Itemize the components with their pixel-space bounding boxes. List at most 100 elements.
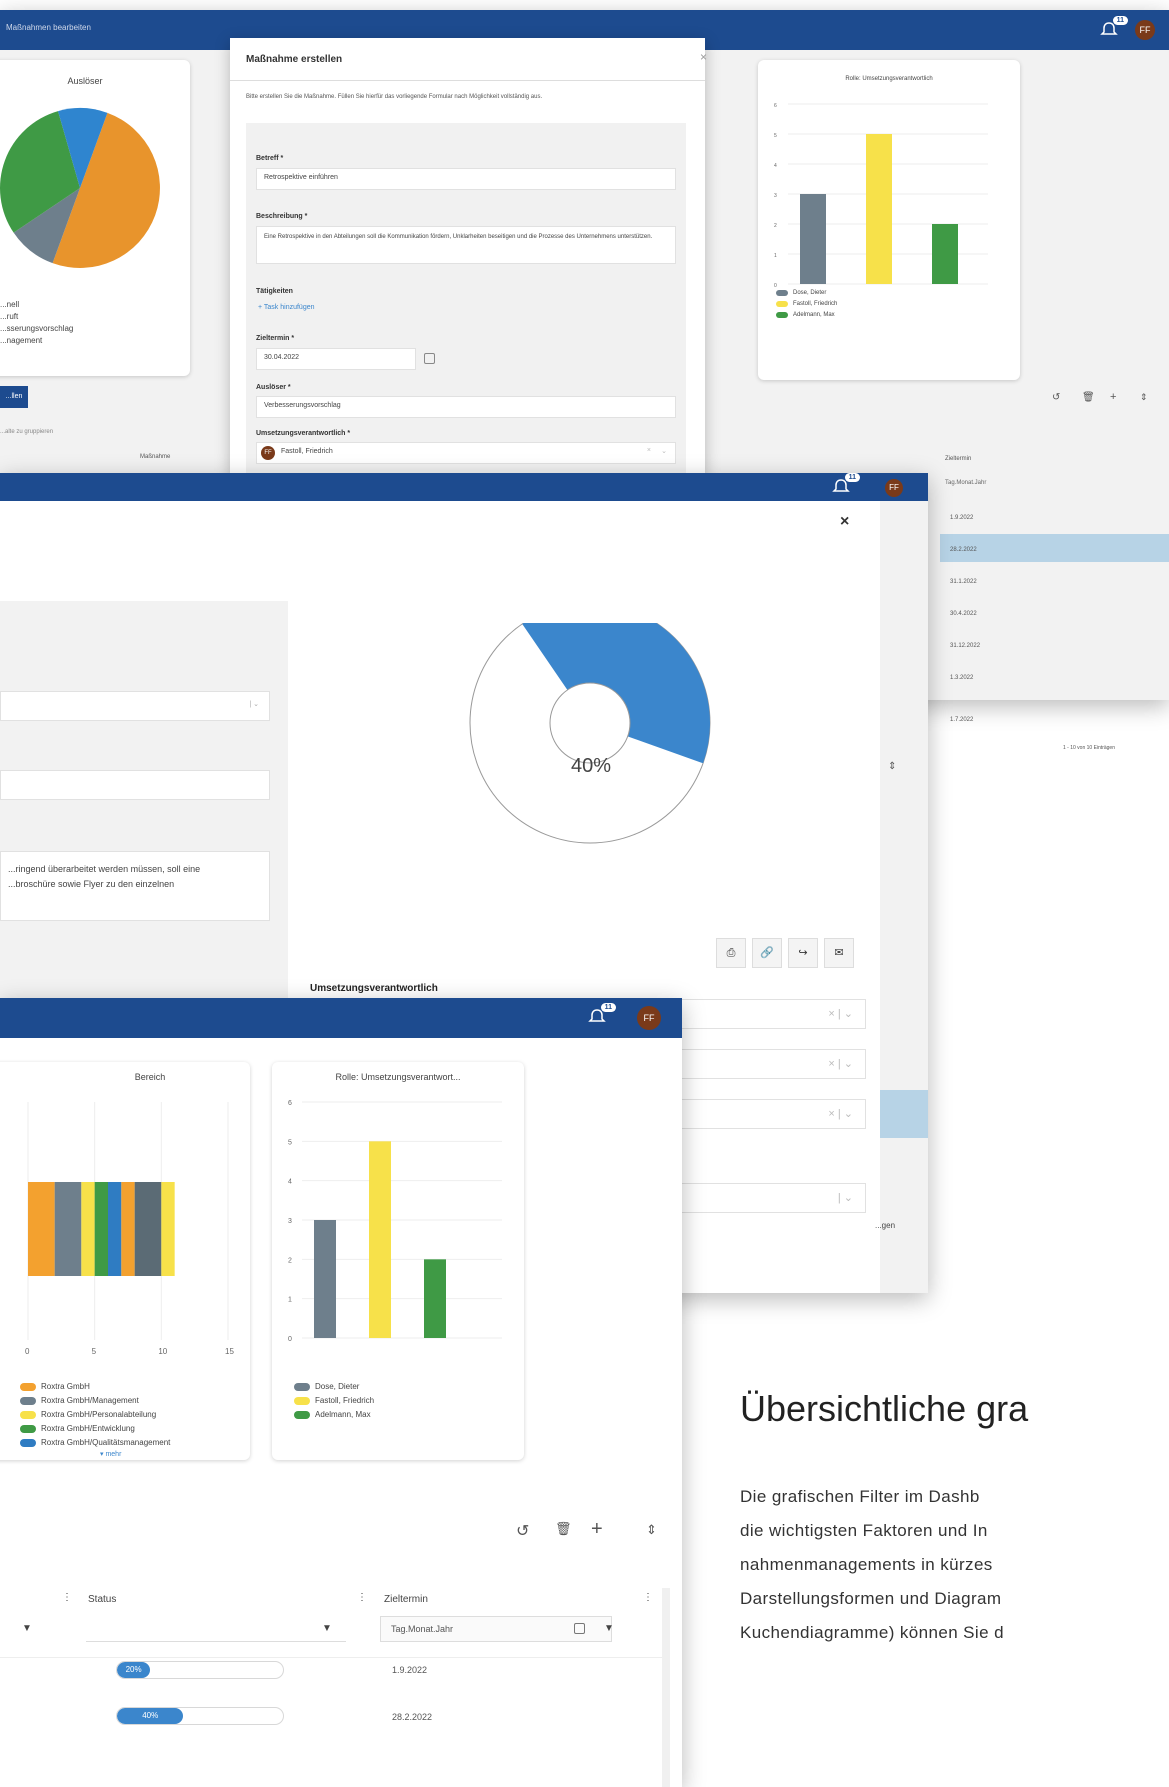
scrollbar[interactable]: [662, 1588, 670, 1787]
ausloeser-label: Auslöser *: [256, 384, 291, 391]
legend-item: ...nagement: [0, 336, 43, 345]
undo-icon[interactable]: ↺: [1052, 392, 1060, 403]
y-tick-label: 3: [774, 193, 777, 199]
bar-segment: [94, 1182, 108, 1276]
chart-title: Rolle: Umsetzungsverantwort...: [335, 1072, 461, 1082]
plus-icon[interactable]: +: [591, 1518, 603, 1541]
filter-icon[interactable]: ▼: [604, 1623, 614, 1634]
filter-icon[interactable]: ▼: [322, 1623, 332, 1634]
create-button[interactable]: ...llen: [0, 386, 28, 408]
legend-swatch: [20, 1410, 36, 1419]
legend-label: Dose, Dieter: [315, 1382, 360, 1391]
paragraph-line: Die grafischen Filter im Dashb: [740, 1487, 980, 1506]
mail-icon[interactable]: ✉: [824, 938, 854, 968]
progress-fill: 20%: [117, 1662, 151, 1678]
select-field[interactable]: × | ⌄: [680, 1049, 866, 1079]
calendar-icon[interactable]: [574, 1623, 585, 1634]
umsetzung-value: Fastoll, Friedrich: [281, 448, 333, 455]
link-icon[interactable]: 🔗: [752, 938, 782, 968]
bar-segment: [54, 1182, 82, 1276]
legend-item: Adelmann, Max: [776, 312, 835, 318]
betreff-input[interactable]: Retrospektive einführen: [256, 168, 676, 190]
share-icon[interactable]: ↪: [788, 938, 818, 968]
legend-swatch: [294, 1382, 310, 1391]
legend-swatch: [20, 1382, 36, 1391]
print-icon[interactable]: ⎙: [716, 938, 746, 968]
column-header-status[interactable]: Status: [88, 1594, 116, 1605]
trash-icon[interactable]: 🗑: [1082, 392, 1095, 403]
column-header-massnahme[interactable]: Maßnahme: [140, 454, 170, 460]
description-line: ...ringend überarbeitet werden müssen, s…: [8, 864, 201, 874]
notification-count: 11: [844, 473, 860, 482]
gauge-hole: [549, 682, 631, 764]
avatar[interactable]: FF: [885, 479, 903, 497]
clear-icon[interactable]: × | ⌄: [828, 1107, 853, 1120]
legend-swatch: [294, 1396, 310, 1405]
more-link[interactable]: ▾ mehr: [100, 1450, 121, 1458]
description-field[interactable]: ...ringend überarbeitet werden müssen, s…: [0, 851, 270, 921]
column-header-zieltermin[interactable]: Zieltermin: [384, 1594, 428, 1605]
select-field[interactable]: | ⌄: [680, 1183, 866, 1213]
column-menu-icon[interactable]: ⋮: [357, 1592, 367, 1603]
expand-icon[interactable]: ⇕: [888, 761, 896, 772]
select-field[interactable]: × | ⌄: [680, 999, 866, 1029]
notification-bell-icon[interactable]: 11: [588, 1003, 616, 1025]
bar-segment: [134, 1182, 162, 1276]
paragraph-line: Kuchendiagramme) können Sie d: [740, 1623, 1004, 1642]
close-icon[interactable]: ×: [840, 513, 849, 531]
column-menu-icon[interactable]: ⋮: [62, 1592, 72, 1603]
legend-label: Roxtra GmbH/Management: [41, 1396, 139, 1405]
clear-icon[interactable]: ×: [647, 447, 651, 454]
select-field[interactable]: × | ⌄: [680, 1099, 866, 1129]
notification-bell-icon[interactable]: 11: [1100, 16, 1128, 38]
chevron-down-icon[interactable]: | ⌄: [838, 1191, 853, 1204]
expand-icon[interactable]: ⇕: [1140, 392, 1148, 403]
y-tick-label: 0: [288, 1336, 292, 1343]
legend-label: Dose, Dieter: [793, 290, 827, 296]
plus-icon[interactable]: +: [1110, 391, 1116, 403]
legend-label: Fastoll, Friedrich: [793, 301, 838, 307]
date-filter-input[interactable]: Tag.Monat.Jahr: [380, 1616, 612, 1642]
clear-icon[interactable]: × | ⌄: [828, 1057, 853, 1070]
date-filter-input[interactable]: Tag.Monat.Jahr: [945, 480, 986, 486]
chevron-down-icon[interactable]: ⌄: [661, 447, 667, 455]
umsetzung-label: Umsetzungsverantwortlich: [310, 983, 438, 994]
divider: [230, 80, 705, 81]
umsetzung-select[interactable]: Fastoll, Friedrich FF × ⌄: [256, 442, 676, 464]
notification-count: 11: [1112, 16, 1128, 25]
chevron-down-icon[interactable]: | ⌄: [249, 700, 259, 708]
clear-icon[interactable]: × | ⌄: [828, 1007, 853, 1020]
add-task-link[interactable]: + Task hinzufügen: [258, 304, 315, 311]
undo-icon[interactable]: ↺: [516, 1521, 529, 1541]
text-field[interactable]: [0, 770, 270, 800]
calendar-icon[interactable]: [424, 353, 435, 364]
scrollbar[interactable]: [880, 501, 928, 1293]
legend-item: Roxtra GmbH/Qualitätsmanagement: [20, 1438, 170, 1447]
avatar[interactable]: FF: [1135, 20, 1155, 40]
x-tick-label: 10: [158, 1347, 167, 1356]
paragraph-line: nahmenmanagements in kürzes: [740, 1555, 993, 1574]
bar: [424, 1259, 446, 1338]
chart-card-bereich: Bereich 0 5 10 15 Roxtra GmbH Roxtra GmbH/M…: [0, 1062, 250, 1460]
select-field[interactable]: | ⌄: [0, 691, 270, 721]
avatar: FF: [261, 446, 275, 460]
table-cell-date: 31.1.2022: [950, 579, 977, 585]
beschreibung-label: Beschreibung *: [256, 213, 308, 220]
trash-icon[interactable]: 🗑: [555, 1521, 572, 1537]
column-header-zieltermin[interactable]: Zieltermin: [945, 456, 971, 462]
filter-icon[interactable]: ▼: [22, 1623, 32, 1634]
export-toolbar: ⎙ 🔗 ↪ ✉: [716, 938, 866, 970]
zieltermin-input[interactable]: 30.04.2022: [256, 348, 416, 370]
notification-bell-icon[interactable]: 11: [832, 473, 860, 495]
table-cell-date: 30.4.2022: [950, 611, 977, 617]
expand-icon[interactable]: ⇕: [646, 1522, 657, 1538]
avatar[interactable]: FF: [637, 1006, 661, 1030]
column-menu-icon[interactable]: ⋮: [643, 1592, 653, 1603]
beschreibung-input[interactable]: Eine Retrospektive in den Abteilungen so…: [256, 226, 676, 264]
legend-item: Roxtra GmbH/Management: [20, 1396, 139, 1405]
legend-item: Roxtra GmbH: [20, 1382, 90, 1391]
close-icon[interactable]: ×: [700, 50, 707, 64]
x-tick-label: 0: [25, 1347, 30, 1356]
ausloeser-select[interactable]: Verbesserungsvorschlag: [256, 396, 676, 418]
status-filter-input[interactable]: [86, 1616, 346, 1642]
